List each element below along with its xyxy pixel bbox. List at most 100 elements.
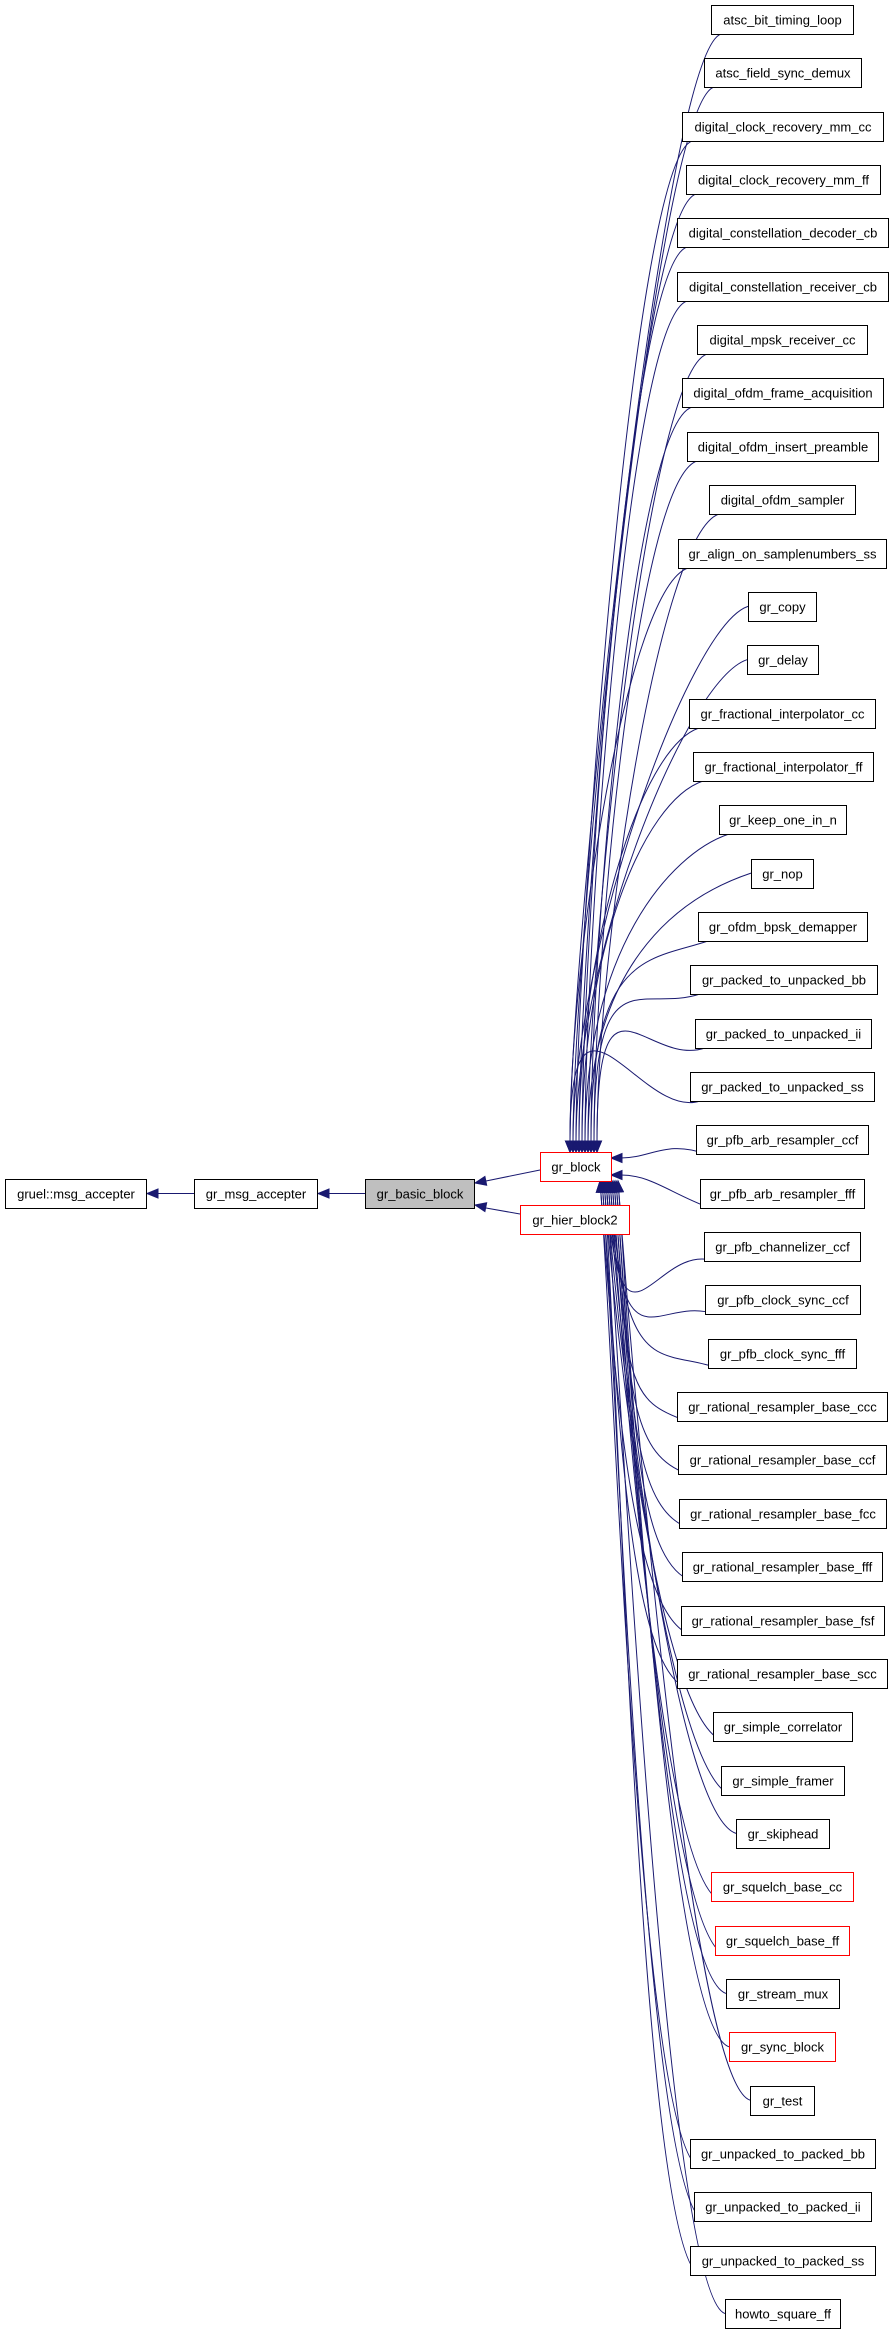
- node-label: atsc_field_sync_demux: [715, 66, 851, 81]
- edge-gr-unpacked-to-packed-ii-to-gr-block: [597, 1179, 705, 2222]
- node-digital-clock-recovery-mm-cc[interactable]: digital_clock_recovery_mm_cc: [682, 112, 884, 142]
- node-gr-skiphead[interactable]: gr_skiphead: [736, 1819, 830, 1849]
- node-gr-stream-mux[interactable]: gr_stream_mux: [726, 1979, 840, 2009]
- node-gr-rational-resampler-base-fff[interactable]: gr_rational_resampler_base_fff: [682, 1552, 883, 1582]
- node-gr-msg-accepter[interactable]: gr_msg_accepter: [194, 1179, 318, 1209]
- node-label: gr_fractional_interpolator_cc: [700, 707, 865, 722]
- node-label: gr_packed_to_unpacked_ss: [701, 1080, 864, 1095]
- node-gr-hier-block2[interactable]: gr_hier_block2: [520, 1205, 630, 1235]
- node-gr-packed-to-unpacked-ss[interactable]: gr_packed_to_unpacked_ss: [690, 1072, 875, 1102]
- node-label: gr_simple_framer: [732, 1774, 834, 1789]
- node-label: gr_keep_one_in_n: [729, 813, 837, 828]
- node-digital-clock-recovery-mm-ff[interactable]: digital_clock_recovery_mm_ff: [686, 165, 881, 195]
- node-label: gr_squelch_base_cc: [723, 1880, 843, 1895]
- node-label: gr_unpacked_to_packed_ss: [702, 2254, 865, 2269]
- arrowhead-icon: [609, 1152, 623, 1164]
- node-label: gr_pfb_channelizer_ccf: [715, 1240, 850, 1255]
- arrowhead-icon: [145, 1188, 159, 1199]
- node-label: digital_clock_recovery_mm_cc: [694, 120, 872, 135]
- node-gr-pfb-clock-sync-fff[interactable]: gr_pfb_clock_sync_fff: [708, 1339, 857, 1369]
- node-gr-delay[interactable]: gr_delay: [747, 645, 819, 675]
- node-label: digital_clock_recovery_mm_ff: [698, 173, 869, 188]
- node-gr-block[interactable]: gr_block: [540, 1152, 612, 1182]
- node-digital-ofdm-insert-preamble[interactable]: digital_ofdm_insert_preamble: [687, 432, 879, 462]
- node-gr-align-on-samplenumbers-ss[interactable]: gr_align_on_samplenumbers_ss: [678, 539, 887, 569]
- node-label: howto_square_ff: [735, 2307, 831, 2322]
- edge-gr-msg-accepter-to-gruel: [145, 1188, 194, 1199]
- node-label: gr_packed_to_unpacked_bb: [702, 973, 866, 988]
- node-label: gr_unpacked_to_packed_ii: [705, 2200, 861, 2215]
- node-label: gr_unpacked_to_packed_bb: [701, 2147, 865, 2162]
- node-gr-ofdm-bpsk-demapper[interactable]: gr_ofdm_bpsk_demapper: [698, 912, 868, 942]
- node-gr-pfb-clock-sync-ccf[interactable]: gr_pfb_clock_sync_ccf: [705, 1285, 861, 1315]
- edge-line: [618, 1190, 751, 2101]
- node-gruel-msg-accepter[interactable]: gruel::msg_accepter: [5, 1179, 147, 1209]
- node-gr-unpacked-to-packed-ss[interactable]: gr_unpacked_to_packed_ss: [690, 2246, 876, 2276]
- edge-gr-ofdm-bpsk-demapper-to-gr-block: [585, 940, 709, 1154]
- edge-line: [581, 780, 704, 1143]
- node-gr-rational-resampler-base-ccf[interactable]: gr_rational_resampler_base_ccf: [678, 1445, 887, 1475]
- node-label: gr_pfb_arb_resampler_ccf: [707, 1133, 859, 1148]
- node-digital-ofdm-frame-acquisition[interactable]: digital_ofdm_frame_acquisition: [682, 378, 884, 408]
- node-gr-squelch-base-cc[interactable]: gr_squelch_base_cc: [711, 1872, 854, 1902]
- node-gr-fractional-interpolator-cc[interactable]: gr_fractional_interpolator_cc: [689, 699, 876, 729]
- node-howto-square-ff[interactable]: howto_square_ff: [725, 2299, 841, 2329]
- edge-line: [485, 1169, 541, 1182]
- node-label: gr_align_on_samplenumbers_ss: [689, 547, 877, 562]
- node-label: gr_rational_resampler_base_fcc: [690, 1507, 876, 1522]
- node-atsc-bit-timing-loop[interactable]: atsc_bit_timing_loop: [711, 5, 854, 35]
- node-label: digital_constellation_receiver_cb: [689, 280, 877, 295]
- edge-line: [578, 727, 700, 1143]
- node-gr-basic-block: gr_basic_block: [365, 1179, 475, 1209]
- node-label: atsc_bit_timing_loop: [723, 13, 842, 28]
- node-digital-constellation-decoder-cb[interactable]: digital_constellation_decoder_cb: [677, 218, 889, 248]
- node-label: gr_copy: [759, 600, 806, 615]
- node-gr-rational-resampler-base-ccc[interactable]: gr_rational_resampler_base_ccc: [677, 1392, 888, 1422]
- node-gr-rational-resampler-base-fcc[interactable]: gr_rational_resampler_base_fcc: [679, 1499, 887, 1529]
- edge-gr-block-to-gr-basic-block: [473, 1169, 541, 1186]
- node-gr-packed-to-unpacked-ii[interactable]: gr_packed_to_unpacked_ii: [695, 1019, 872, 1049]
- node-gr-simple-framer[interactable]: gr_simple_framer: [721, 1766, 845, 1796]
- node-digital-constellation-receiver-cb[interactable]: digital_constellation_receiver_cb: [677, 272, 889, 302]
- node-gr-simple-correlator[interactable]: gr_simple_correlator: [713, 1712, 853, 1742]
- node-label: gr_packed_to_unpacked_ii: [706, 1027, 862, 1042]
- edge-gr-hier-block2-to-gr-basic-block: [473, 1202, 521, 1215]
- node-gr-rational-resampler-base-scc[interactable]: gr_rational_resampler_base_scc: [677, 1659, 888, 1689]
- node-digital-ofdm-sampler[interactable]: digital_ofdm_sampler: [709, 485, 856, 515]
- node-label: gr_basic_block: [377, 1187, 464, 1202]
- edge-line: [593, 993, 701, 1143]
- node-gr-rational-resampler-base-fsf[interactable]: gr_rational_resampler_base_fsf: [681, 1606, 885, 1636]
- edge-gr-packed-to-unpacked-bb-to-gr-block: [588, 993, 701, 1154]
- node-label: gr_ofdm_bpsk_demapper: [709, 920, 858, 935]
- edge-line: [620, 1174, 711, 1209]
- edge-line: [581, 246, 688, 1143]
- node-gr-unpacked-to-packed-bb[interactable]: gr_unpacked_to_packed_bb: [690, 2139, 876, 2169]
- node-gr-squelch-base-ff[interactable]: gr_squelch_base_ff: [715, 1926, 850, 1956]
- node-atsc-field-sync-demux[interactable]: atsc_field_sync_demux: [704, 58, 862, 88]
- node-gr-unpacked-to-packed-ii[interactable]: gr_unpacked_to_packed_ii: [694, 2192, 872, 2222]
- node-label: digital_ofdm_insert_preamble: [698, 440, 869, 455]
- node-label: digital_ofdm_frame_acquisition: [693, 386, 872, 401]
- node-label: gr_block: [551, 1160, 601, 1175]
- node-label: digital_constellation_decoder_cb: [689, 226, 878, 241]
- edge-line: [485, 1207, 521, 1215]
- node-gr-pfb-arb-resampler-ccf[interactable]: gr_pfb_arb_resampler_ccf: [696, 1125, 869, 1155]
- node-gr-keep-one-in-n[interactable]: gr_keep_one_in_n: [719, 805, 847, 835]
- node-gr-nop[interactable]: gr_nop: [751, 859, 814, 889]
- nodes-layer: gruel::msg_accepter gr_msg_accepter gr_bas…: [5, 5, 889, 2329]
- node-label: gr_pfb_clock_sync_ccf: [717, 1293, 849, 1308]
- node-gr-test[interactable]: gr_test: [750, 2086, 815, 2116]
- edge-line: [604, 1190, 701, 2276]
- node-digital-mpsk-receiver-cc[interactable]: digital_mpsk_receiver_cc: [697, 325, 868, 355]
- node-label: gr_skiphead: [748, 1827, 819, 1842]
- node-gr-fractional-interpolator-ff[interactable]: gr_fractional_interpolator_ff: [693, 752, 874, 782]
- edge-gr-unpacked-to-packed-ss-to-gr-block: [599, 1179, 701, 2276]
- node-gr-sync-block[interactable]: gr_sync_block: [729, 2032, 836, 2062]
- node-gr-pfb-channelizer-ccf[interactable]: gr_pfb_channelizer_ccf: [704, 1232, 861, 1262]
- node-gr-pfb-arb-resampler-fff[interactable]: gr_pfb_arb_resampler_fff: [700, 1179, 865, 1209]
- edge-gr-packed-to-unpacked-ii-to-gr-block: [591, 1030, 706, 1154]
- node-label: digital_mpsk_receiver_cc: [710, 333, 856, 348]
- arrowhead-icon: [609, 1169, 623, 1181]
- node-gr-packed-to-unpacked-bb[interactable]: gr_packed_to_unpacked_bb: [690, 965, 878, 995]
- node-gr-copy[interactable]: gr_copy: [748, 592, 817, 622]
